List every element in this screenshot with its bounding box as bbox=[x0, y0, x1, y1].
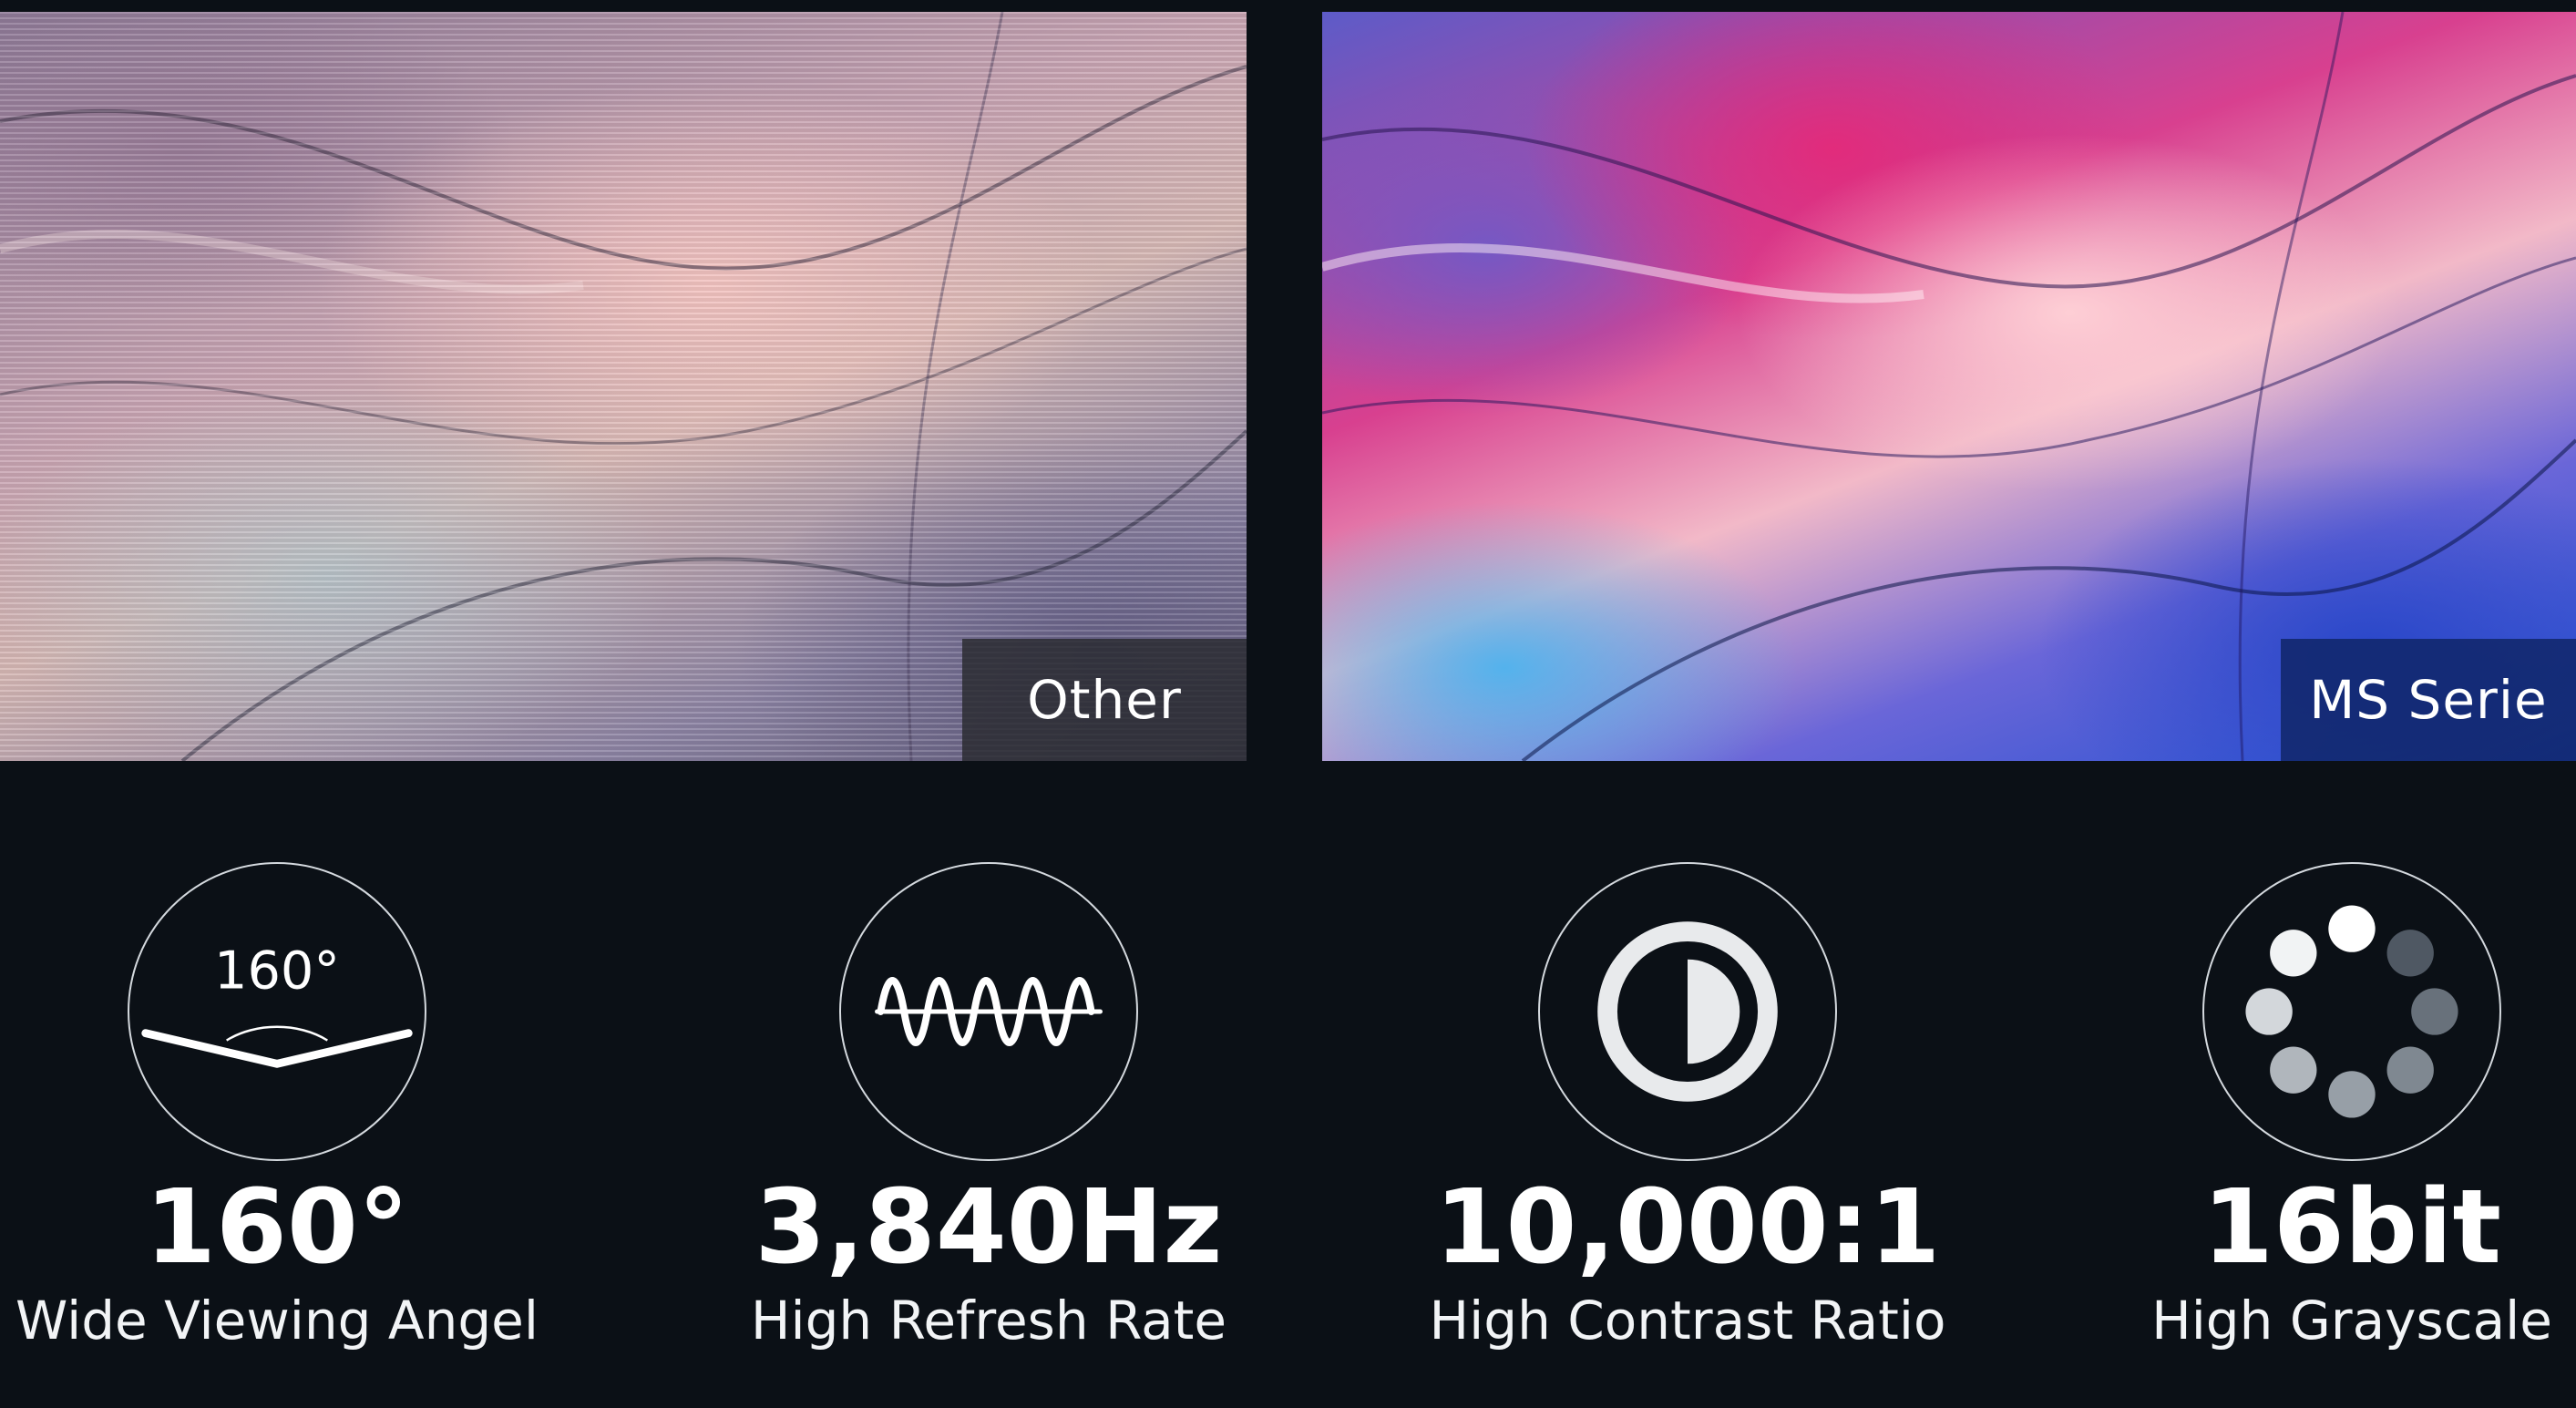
feature-value: 16bit bbox=[2202, 1168, 2501, 1287]
grayscale-dots-graphic bbox=[2245, 905, 2458, 1118]
feature-caption: High Refresh Rate bbox=[750, 1290, 1227, 1352]
viewing-angle-graphic: 160° bbox=[141, 940, 413, 1068]
feature-contrast-ratio: 10,000:1 High Contrast Ratio bbox=[1350, 862, 2025, 1353]
contrast-graphic bbox=[1597, 921, 1778, 1102]
feature-caption: Wide Viewing Angel bbox=[15, 1290, 539, 1352]
grayscale-dots-icon bbox=[2202, 862, 2501, 1161]
other-comparison-image: Other bbox=[0, 12, 1247, 761]
feature-value: 3,840Hz bbox=[754, 1168, 1223, 1287]
feature-refresh-rate: 3,840Hz High Refresh Rate bbox=[652, 862, 1326, 1353]
feature-caption: High Grayscale bbox=[2151, 1290, 2552, 1352]
ms-serie-label: MS Serie bbox=[2281, 639, 2576, 761]
feature-grayscale: 16bit High Grayscale bbox=[2015, 862, 2576, 1353]
refresh-wave-graphic bbox=[875, 977, 1103, 1046]
feature-caption: High Contrast Ratio bbox=[1429, 1290, 1946, 1352]
other-label: Other bbox=[962, 639, 1247, 761]
feature-viewing-angle: 160° 160° Wide Viewing Angel bbox=[0, 862, 614, 1353]
refresh-wave-icon bbox=[839, 862, 1138, 1161]
viewing-angle-icon: 160° bbox=[128, 862, 426, 1161]
feature-value: 160° bbox=[145, 1168, 409, 1287]
contrast-icon bbox=[1538, 862, 1837, 1161]
icon-angle-text: 160° bbox=[214, 940, 340, 1001]
ms-serie-comparison-image: MS Serie bbox=[1322, 12, 2576, 761]
feature-value: 10,000:1 bbox=[1434, 1168, 1941, 1287]
